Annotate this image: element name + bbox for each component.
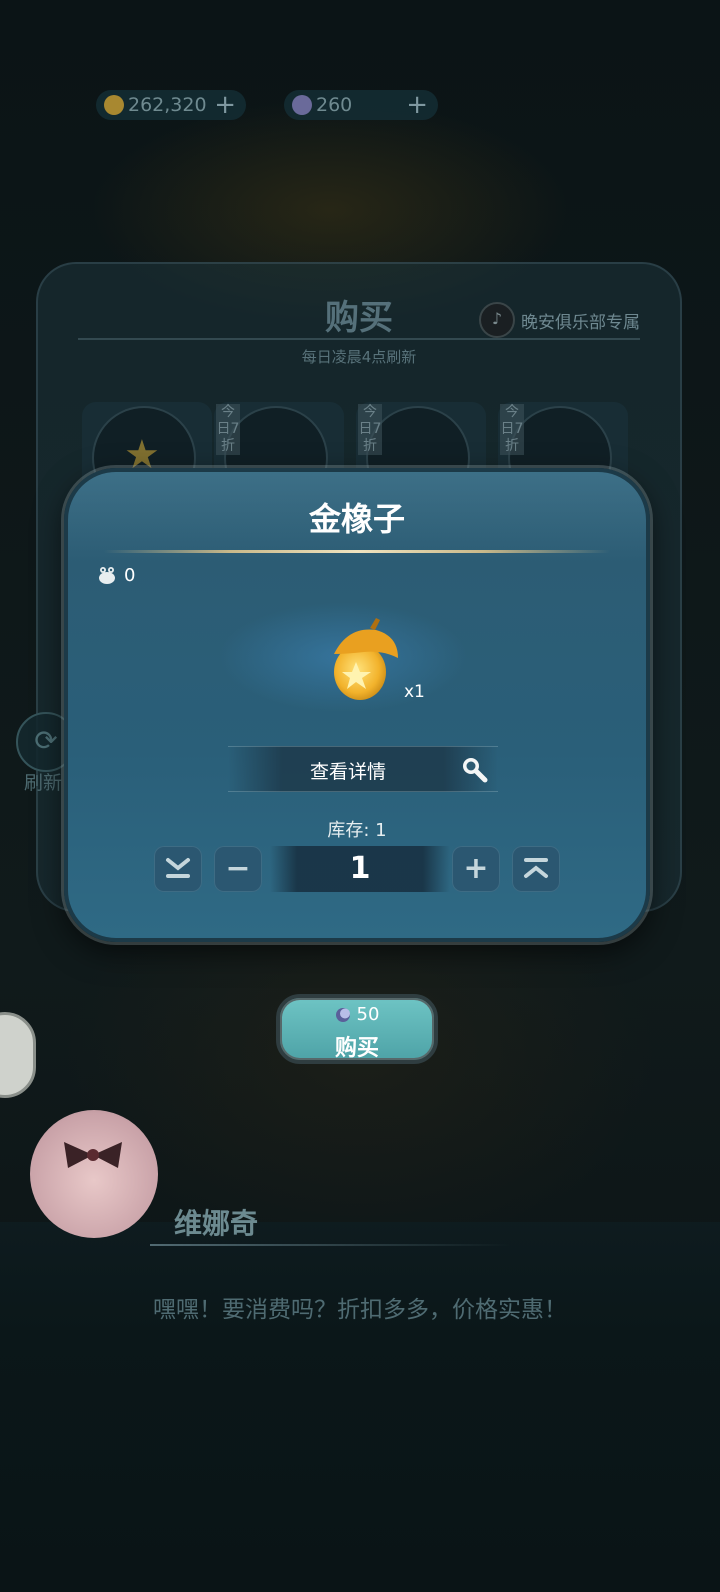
moon-balance: 260 + [284, 90, 438, 120]
quantity-field[interactable]: 1 [270, 846, 450, 892]
speaker-name: 维娜奇 [174, 1207, 259, 1240]
stock-label: 库存: 1 [327, 820, 387, 841]
shop-refresh-note: 每日凌晨4点刷新 [301, 348, 417, 366]
buy-label: 购买 [334, 1036, 379, 1061]
increase-button[interactable]: + [452, 846, 500, 892]
music-disc-icon: ♪ [479, 302, 515, 338]
moon-amount: 260 [316, 94, 353, 116]
refresh-label: 刷新 [24, 772, 63, 794]
golden-acorn-icon [334, 618, 398, 700]
buy-price-value: 50 [356, 1004, 380, 1025]
bow-icon [64, 1142, 122, 1168]
shop-divider [78, 338, 640, 340]
frog-icon [99, 567, 115, 584]
buy-button[interactable]: 50 购买 [276, 994, 438, 1064]
dialogue-text: 嘿嘿！要消费吗？折扣多多，价格实惠！ [153, 1297, 567, 1323]
moon-icon [335, 1007, 350, 1022]
search-icon [463, 758, 488, 783]
title-divider [104, 550, 610, 553]
coin-amount: 262,320 [128, 94, 207, 116]
owned-count: 0 [96, 564, 135, 586]
discount-tag: 今日7折 [500, 404, 524, 455]
dialogue-box[interactable] [0, 1222, 720, 1592]
discount-tag: 今日7折 [216, 404, 240, 455]
purchase-modal: 金橡子 0 x1 查看详情 库存: 1 − 1 + [64, 468, 650, 942]
club-exclusive[interactable]: ♪ 晚安俱乐部专属 [479, 302, 640, 338]
owned-value: 0 [124, 564, 136, 586]
add-coins-button[interactable]: + [214, 90, 236, 120]
discount-tag: 今日7折 [358, 404, 382, 455]
decrease-button[interactable]: − [214, 846, 262, 892]
item-quantity: x1 [404, 682, 425, 702]
max-glyph [524, 858, 548, 878]
avatar [30, 1110, 158, 1238]
quantity-stepper: − 1 + [154, 844, 566, 896]
coin-balance: 262,320 + [96, 90, 246, 120]
max-icon[interactable] [512, 846, 560, 892]
view-details-label: 查看详情 [309, 761, 386, 783]
item-title: 金橡子 [308, 500, 405, 538]
moon-icon [292, 95, 312, 115]
min-glyph [166, 858, 190, 878]
add-moons-button[interactable]: + [406, 90, 428, 120]
min-icon[interactable] [154, 846, 202, 892]
view-details-button[interactable]: 查看详情 [228, 746, 498, 792]
club-label: 晚安俱乐部专属 [521, 312, 640, 333]
buy-price: 50 [280, 1004, 434, 1025]
coin-icon [104, 95, 124, 115]
speaker-underline [150, 1244, 510, 1246]
